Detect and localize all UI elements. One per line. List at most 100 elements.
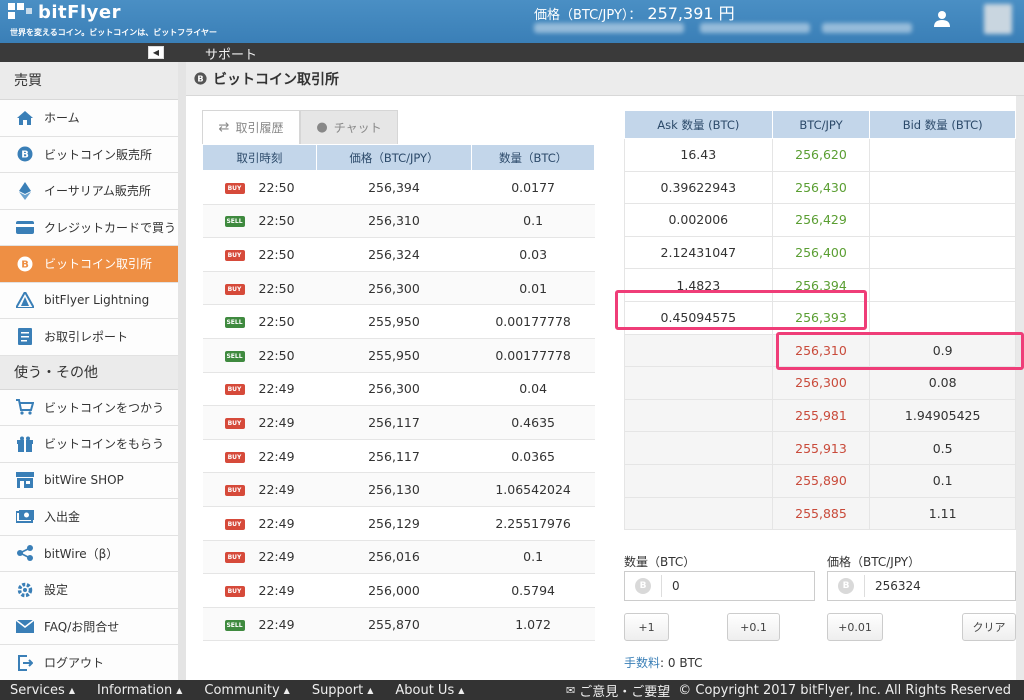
bitcoin-icon: B: [194, 72, 207, 85]
footer-menu-about[interactable]: About Us ▲: [395, 683, 464, 698]
feedback-link[interactable]: ご意見・ご要望: [579, 681, 670, 700]
sidebar-item-ethereum-shop[interactable]: イーサリアム販売所: [0, 173, 179, 210]
footer-menu-community[interactable]: Community ▲: [204, 683, 289, 698]
avatar[interactable]: [984, 4, 1012, 34]
trade-quantity: 0.01: [471, 271, 595, 306]
bid-quantity-empty: [869, 268, 1016, 302]
table-row: BUY 22:49 256,130 1.06542024: [202, 472, 595, 507]
main-scrollbar[interactable]: [1016, 96, 1024, 680]
trade-time-cell: SELL 22:49: [202, 607, 317, 642]
tab-chat[interactable]: ● チャット: [300, 110, 398, 144]
tab-trade-history[interactable]: ⇄ 取引履歴: [202, 110, 300, 144]
bid-price: 255,885: [771, 497, 871, 531]
sidebar-item-get-bitcoin[interactable]: ビットコインをもらう: [0, 426, 179, 463]
mail-icon: ✉: [566, 684, 576, 697]
sidebar-item-label: bitFlyer Lightning: [44, 293, 150, 308]
fee-link[interactable]: 手数料: [624, 656, 660, 670]
bid-row[interactable]: 255,890 0.1: [624, 464, 1016, 498]
sidebar-item-label: ビットコインをもらう: [44, 437, 165, 452]
trade-quantity: 0.04: [471, 372, 595, 407]
sidebar-item-bitcoin-exchange[interactable]: B ビットコイン取引所: [0, 246, 179, 283]
trade-time: 22:49: [258, 582, 295, 598]
bid-quantity: 1.94905425: [869, 399, 1016, 433]
sidebar-item-bitwire-shop[interactable]: bitWire SHOP: [0, 462, 179, 499]
ask-row[interactable]: 0.002006 256,429: [624, 203, 1016, 237]
trade-price: 256,300: [316, 372, 472, 407]
plus-0-01-button[interactable]: +0.01: [827, 613, 883, 641]
footer-menu-services[interactable]: Services ▲: [10, 683, 75, 698]
trade-time: 22:49: [258, 515, 295, 531]
ask-price: 256,620: [771, 138, 871, 172]
trade-quantity: 0.0365: [471, 439, 595, 474]
sidebar-item-label: お取引レポート: [44, 330, 129, 345]
sidebar-item-label: ログアウト: [44, 656, 105, 671]
trade-price: 256,016: [316, 540, 472, 575]
sidebar-item-bitwire[interactable]: bitWire（β）: [0, 535, 179, 572]
plus-1-button[interactable]: +1: [624, 613, 669, 641]
price-input[interactable]: B 256324: [827, 571, 1016, 601]
trade-time-cell: BUY 22:50: [202, 271, 317, 306]
bid-quantity: 0.5: [869, 431, 1016, 465]
buy-badge: BUY: [224, 485, 245, 497]
bid-quantity-empty: [869, 203, 1016, 237]
price-ticker-label: 価格（BTC/JPY）：: [534, 8, 642, 23]
column-header-quantity: 数量（BTC）: [471, 144, 595, 171]
trade-tabs: ⇄ 取引履歴 ● チャット: [202, 110, 398, 144]
trade-price: 256,129: [316, 506, 472, 541]
sidebar-item-lightning[interactable]: bitFlyer Lightning: [0, 282, 179, 319]
fee-info: 手数料: 0 BTC: [624, 654, 703, 671]
quantity-input[interactable]: B 0: [624, 571, 815, 601]
bid-row[interactable]: 255,981 1.94905425: [624, 399, 1016, 433]
trade-time-cell: BUY 22:50: [202, 237, 317, 272]
sidebar-item-use-bitcoin[interactable]: ビットコインをつかう: [0, 389, 179, 426]
sidebar-item-bitcoin-shop[interactable]: B ビットコイン販売所: [0, 136, 179, 173]
mail-icon: [16, 617, 34, 635]
trade-quantity: 0.00177778: [471, 338, 595, 373]
trade-time-cell: BUY 22:49: [202, 472, 317, 507]
sidebar-scrollbar[interactable]: [178, 62, 186, 680]
ask-quantity-empty: [624, 464, 773, 498]
bitcoin-icon: B: [16, 255, 34, 273]
buy-badge: BUY: [224, 585, 245, 597]
sell-badge: SELL: [224, 216, 245, 228]
sidebar-item-label: ビットコイン販売所: [44, 147, 153, 162]
sidebar-item-label: ビットコインをつかう: [44, 400, 165, 415]
table-row: BUY 22:49 256,300 0.04: [202, 372, 595, 407]
footer-menu-support[interactable]: Support ▲: [312, 683, 374, 698]
sell-badge: SELL: [224, 317, 245, 329]
sidebar-item-credit-card[interactable]: クレジットカードで買う: [0, 209, 179, 246]
trade-price: 256,300: [316, 271, 472, 306]
sidebar-item-home[interactable]: ホーム: [0, 100, 179, 137]
collapse-sidebar-button[interactable]: ◀: [148, 46, 164, 59]
ask-row[interactable]: 16.43 256,620: [624, 138, 1016, 172]
footer-menu-information[interactable]: Information ▲: [97, 683, 182, 698]
ask-row[interactable]: 2.12431047 256,400: [624, 236, 1016, 270]
bid-quantity-empty: [869, 301, 1016, 335]
copyright-text: © Copyright 2017 bitFlyer, Inc. All Righ…: [678, 683, 1011, 698]
sidebar-item-logout[interactable]: ログアウト: [0, 645, 179, 682]
user-icon[interactable]: [933, 10, 951, 28]
price-ticker: 価格（BTC/JPY）： 257,391 円: [534, 0, 735, 24]
gear-icon: [16, 581, 34, 599]
sidebar-item-deposit-withdraw[interactable]: 入出金: [0, 499, 179, 536]
ask-quantity: 16.43: [624, 138, 773, 172]
sidebar-item-settings[interactable]: 設定: [0, 572, 179, 609]
bitflyer-logo[interactable]: bitFlyer: [8, 2, 121, 23]
bid-row[interactable]: 255,885 1.11: [624, 497, 1016, 531]
sidebar-item-report[interactable]: お取引レポート: [0, 319, 179, 356]
ask-row[interactable]: 0.39622943 256,430: [624, 171, 1016, 205]
blurred-balance: [700, 23, 810, 33]
sidebar-item-faq[interactable]: FAQ/お問合せ: [0, 608, 179, 645]
support-link[interactable]: サポート: [205, 44, 257, 63]
bid-row[interactable]: 255,913 0.5: [624, 431, 1016, 465]
bid-row[interactable]: 256,300 0.08: [624, 366, 1016, 400]
ask-quantity-empty: [624, 366, 773, 400]
plus-0-1-button[interactable]: +0.1: [727, 613, 780, 641]
clear-button[interactable]: クリア: [962, 613, 1016, 641]
trade-quantity: 0.0177: [471, 170, 595, 205]
column-header-ask: Ask 数量 (BTC): [624, 110, 773, 139]
trade-price: 256,117: [316, 439, 472, 474]
trade-time: 22:49: [258, 549, 295, 565]
table-row: BUY 22:49 256,000 0.5794: [202, 573, 595, 608]
ask-quantity: 0.39622943: [624, 171, 773, 205]
